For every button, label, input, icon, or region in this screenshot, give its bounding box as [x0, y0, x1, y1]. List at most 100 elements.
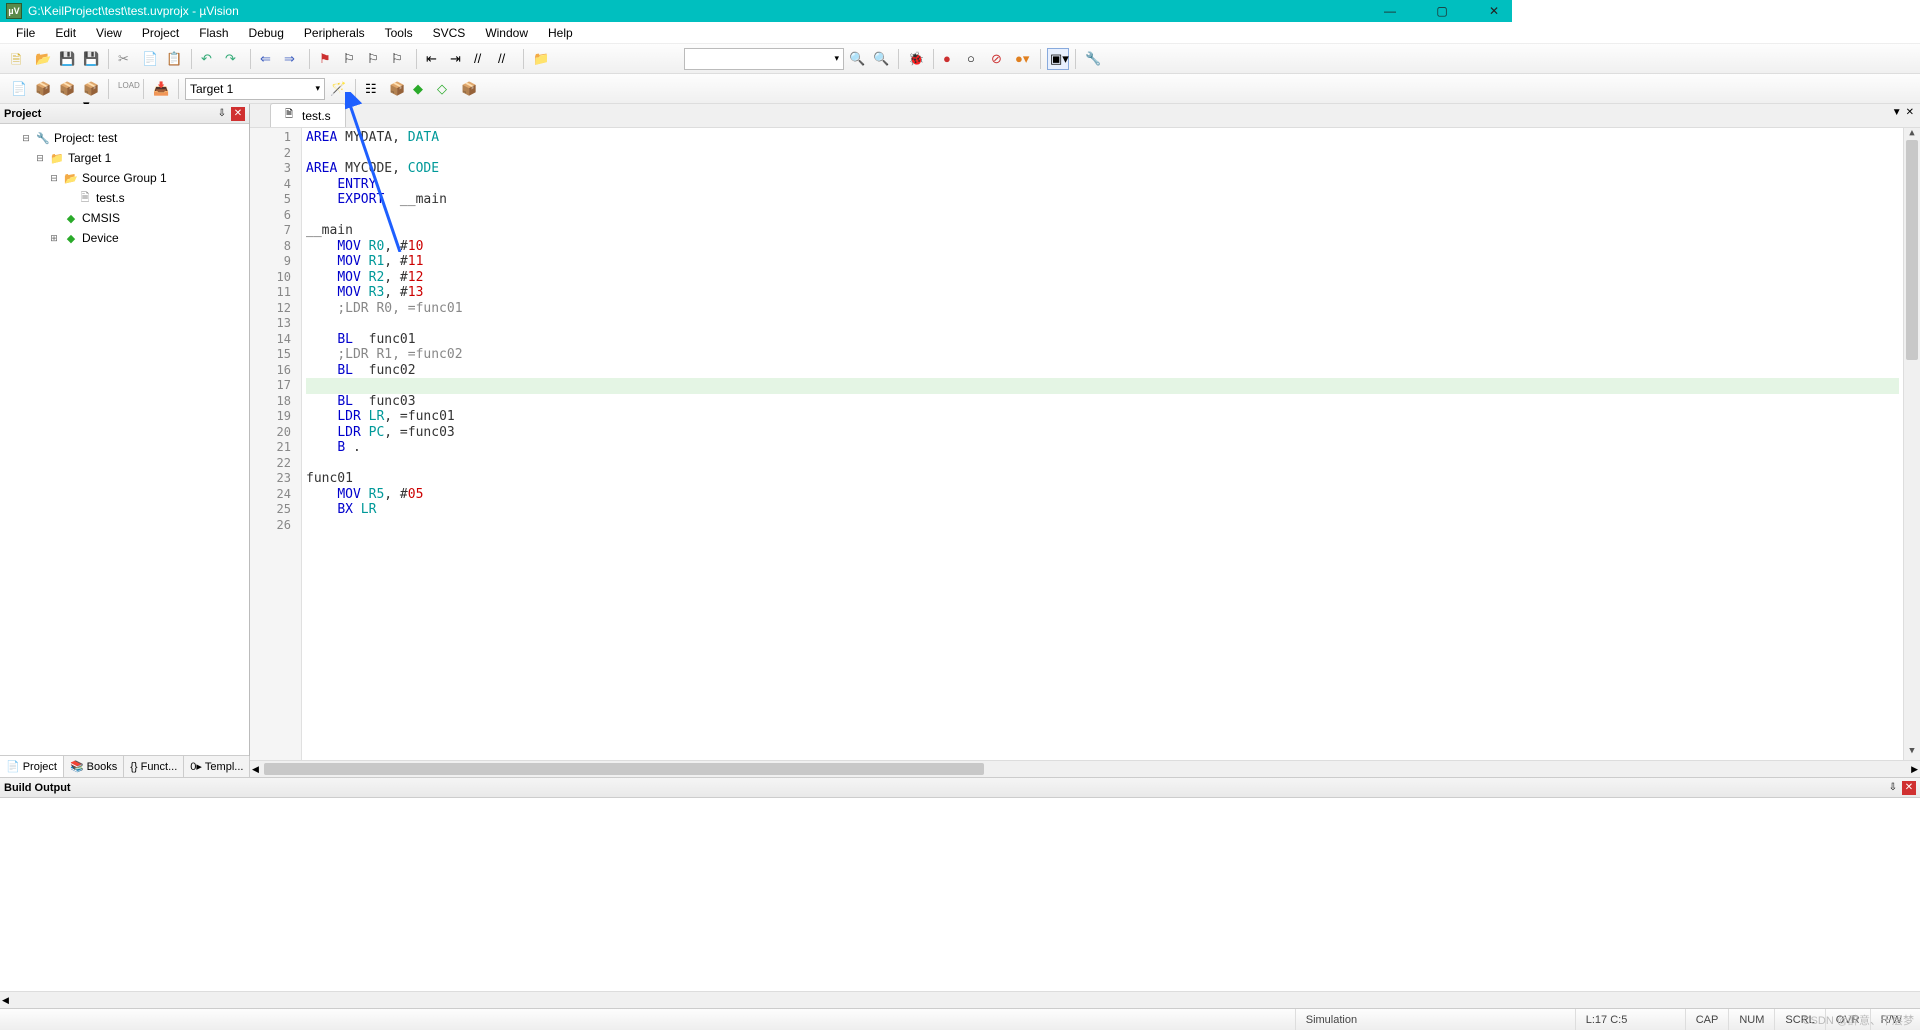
menubar: File Edit View Project Flash Debug Perip…: [0, 22, 1920, 44]
cut-icon[interactable]: ✂: [115, 48, 137, 70]
close-button[interactable]: ✕: [1482, 2, 1506, 20]
tab-templates[interactable]: 0▸Templ...: [184, 756, 250, 777]
main-toolbar: 🗎 📂 💾 💾 ✂ 📄 📋 ↶ ↷ ⇐ ⇒ ⚑ ⚐ ⚐ ⚐ ⇤ ⇥ // // …: [0, 44, 1920, 74]
batch-build-icon[interactable]: 📦▾: [80, 78, 102, 100]
device-node[interactable]: ⊞◆Device: [2, 228, 247, 248]
menu-debug[interactable]: Debug: [239, 24, 294, 42]
open-file-icon[interactable]: 📂: [32, 48, 54, 70]
menu-project[interactable]: Project: [132, 24, 189, 42]
build-output-title: Build Output: [4, 782, 1884, 794]
project-panel-header: Project ⇩ ✕: [0, 104, 249, 124]
breakpoint-kill-icon[interactable]: ⊘: [988, 48, 1010, 70]
find-icon[interactable]: 🔍: [846, 48, 868, 70]
breakpoint-all-icon[interactable]: ●▾: [1012, 48, 1034, 70]
panel-close-icon[interactable]: ✕: [231, 107, 245, 121]
project-root[interactable]: ⊟🔧Project: test: [2, 128, 247, 148]
menu-help[interactable]: Help: [538, 24, 583, 42]
code-editor[interactable]: 1234567891011121314151617181920212223242…: [250, 128, 1920, 760]
source-group-node[interactable]: ⊟📂Source Group 1: [2, 168, 247, 188]
cmsis-node[interactable]: ◆CMSIS: [2, 208, 247, 228]
file-tab-bar: 🗎 test.s ▼ ✕: [250, 104, 1920, 128]
find-in-files-icon[interactable]: 📁: [530, 48, 552, 70]
paste-icon[interactable]: 📋: [163, 48, 185, 70]
project-bottom-tabs: 📄Project 📚Books {}Funct... 0▸Templ...: [0, 755, 249, 777]
target-combo[interactable]: Target 1▾: [185, 78, 325, 100]
bookmark-clear-icon[interactable]: ⚐: [388, 48, 410, 70]
panel-close-icon[interactable]: ✕: [1902, 781, 1916, 795]
file-tab-test-s[interactable]: 🗎 test.s: [270, 103, 346, 127]
build-icon[interactable]: 📦: [32, 78, 54, 100]
menu-peripherals[interactable]: Peripherals: [294, 24, 375, 42]
maximize-button[interactable]: ▢: [1430, 2, 1454, 20]
menu-window[interactable]: Window: [475, 24, 538, 42]
scrollbar-thumb[interactable]: [1906, 140, 1918, 360]
separator: [898, 49, 899, 69]
tab-functions[interactable]: {}Funct...: [124, 756, 184, 777]
menu-tools[interactable]: Tools: [375, 24, 423, 42]
vertical-scrollbar[interactable]: ▲ ▼: [1903, 128, 1920, 760]
project-panel: Project ⇩ ✕ ⊟🔧Project: test ⊟📁Target 1 ⊟…: [0, 104, 250, 777]
download-icon[interactable]: 📥: [150, 78, 172, 100]
separator: [1040, 49, 1041, 69]
hscroll-thumb[interactable]: [264, 763, 984, 775]
build-output-header: Build Output ⇩ ✕: [0, 778, 1920, 798]
options-target-icon[interactable]: 🪄: [327, 78, 349, 100]
breakpoint-insert-icon[interactable]: ●: [940, 48, 962, 70]
redo-icon[interactable]: ↷: [222, 48, 244, 70]
pack-installer-alt-icon[interactable]: ◇: [434, 78, 456, 100]
bookmark-icon[interactable]: ⚑: [316, 48, 338, 70]
pack-installer-icon[interactable]: ◆: [410, 78, 432, 100]
window-title: G:\KeilProject\test\test.uvprojx - µVisi…: [28, 4, 1378, 18]
select-packs-icon[interactable]: 📦: [386, 78, 408, 100]
indent-right-icon[interactable]: ⇥: [447, 48, 469, 70]
target-node[interactable]: ⊟📁Target 1: [2, 148, 247, 168]
tab-dropdown-icon[interactable]: ▼: [1892, 107, 1902, 118]
tab-close-icon[interactable]: ✕: [1906, 107, 1914, 118]
debug-icon[interactable]: 🐞: [905, 48, 927, 70]
copy-icon[interactable]: 📄: [139, 48, 161, 70]
menu-edit[interactable]: Edit: [45, 24, 86, 42]
output-hscroll[interactable]: ◀: [0, 991, 1920, 1008]
minimize-button[interactable]: —: [1378, 2, 1402, 20]
menu-flash[interactable]: Flash: [189, 24, 238, 42]
separator: [416, 49, 417, 69]
breakpoint-disable-icon[interactable]: ○: [964, 48, 986, 70]
menu-svcs[interactable]: SVCS: [423, 24, 476, 42]
comment-icon[interactable]: //: [471, 48, 493, 70]
translate-icon[interactable]: 📄: [8, 78, 30, 100]
statusbar: Simulation L:17 C:5 CAP NUM SCRL OVR R/W: [0, 1008, 1920, 1030]
status-cap: CAP: [1685, 1009, 1729, 1030]
indent-left-icon[interactable]: ⇤: [423, 48, 445, 70]
save-all-icon[interactable]: 💾: [80, 48, 102, 70]
separator: [108, 79, 109, 99]
uncomment-icon[interactable]: //: [495, 48, 517, 70]
manage-rte-icon[interactable]: ☷: [362, 78, 384, 100]
project-tree[interactable]: ⊟🔧Project: test ⊟📁Target 1 ⊟📂Source Grou…: [0, 124, 249, 755]
separator: [355, 79, 356, 99]
pin-icon[interactable]: ⇩: [1886, 781, 1900, 795]
configure-icon[interactable]: 🔧: [1082, 48, 1104, 70]
bookmark-prev-icon[interactable]: ⚐: [340, 48, 362, 70]
tab-books[interactable]: 📚Books: [64, 756, 124, 777]
stop-build-icon[interactable]: LOAD: [115, 78, 137, 100]
nav-forward-icon[interactable]: ⇒: [281, 48, 303, 70]
window-layout-icon[interactable]: ▣▾: [1047, 48, 1069, 70]
nav-back-icon[interactable]: ⇐: [257, 48, 279, 70]
separator: [523, 49, 524, 69]
new-file-icon[interactable]: 🗎: [8, 48, 30, 70]
save-icon[interactable]: 💾: [56, 48, 78, 70]
horizontal-scrollbar[interactable]: ◀ ▶: [250, 760, 1920, 777]
source-file-node[interactable]: 🗎test.s: [2, 188, 247, 208]
build-output-body[interactable]: [0, 798, 1920, 991]
incremental-find-icon[interactable]: 🔍: [870, 48, 892, 70]
undo-icon[interactable]: ↶: [198, 48, 220, 70]
bookmark-next-icon[interactable]: ⚐: [364, 48, 386, 70]
pin-icon[interactable]: ⇩: [215, 107, 229, 121]
manage-components-icon[interactable]: 📦: [458, 78, 480, 100]
rebuild-icon[interactable]: 📦: [56, 78, 78, 100]
find-combo[interactable]: ▾: [684, 48, 844, 70]
menu-file[interactable]: File: [6, 24, 45, 42]
code-content[interactable]: AREA MYDATA, DATAAREA MYCODE, CODE ENTRY…: [302, 128, 1903, 760]
tab-project[interactable]: 📄Project: [0, 756, 64, 777]
menu-view[interactable]: View: [86, 24, 132, 42]
